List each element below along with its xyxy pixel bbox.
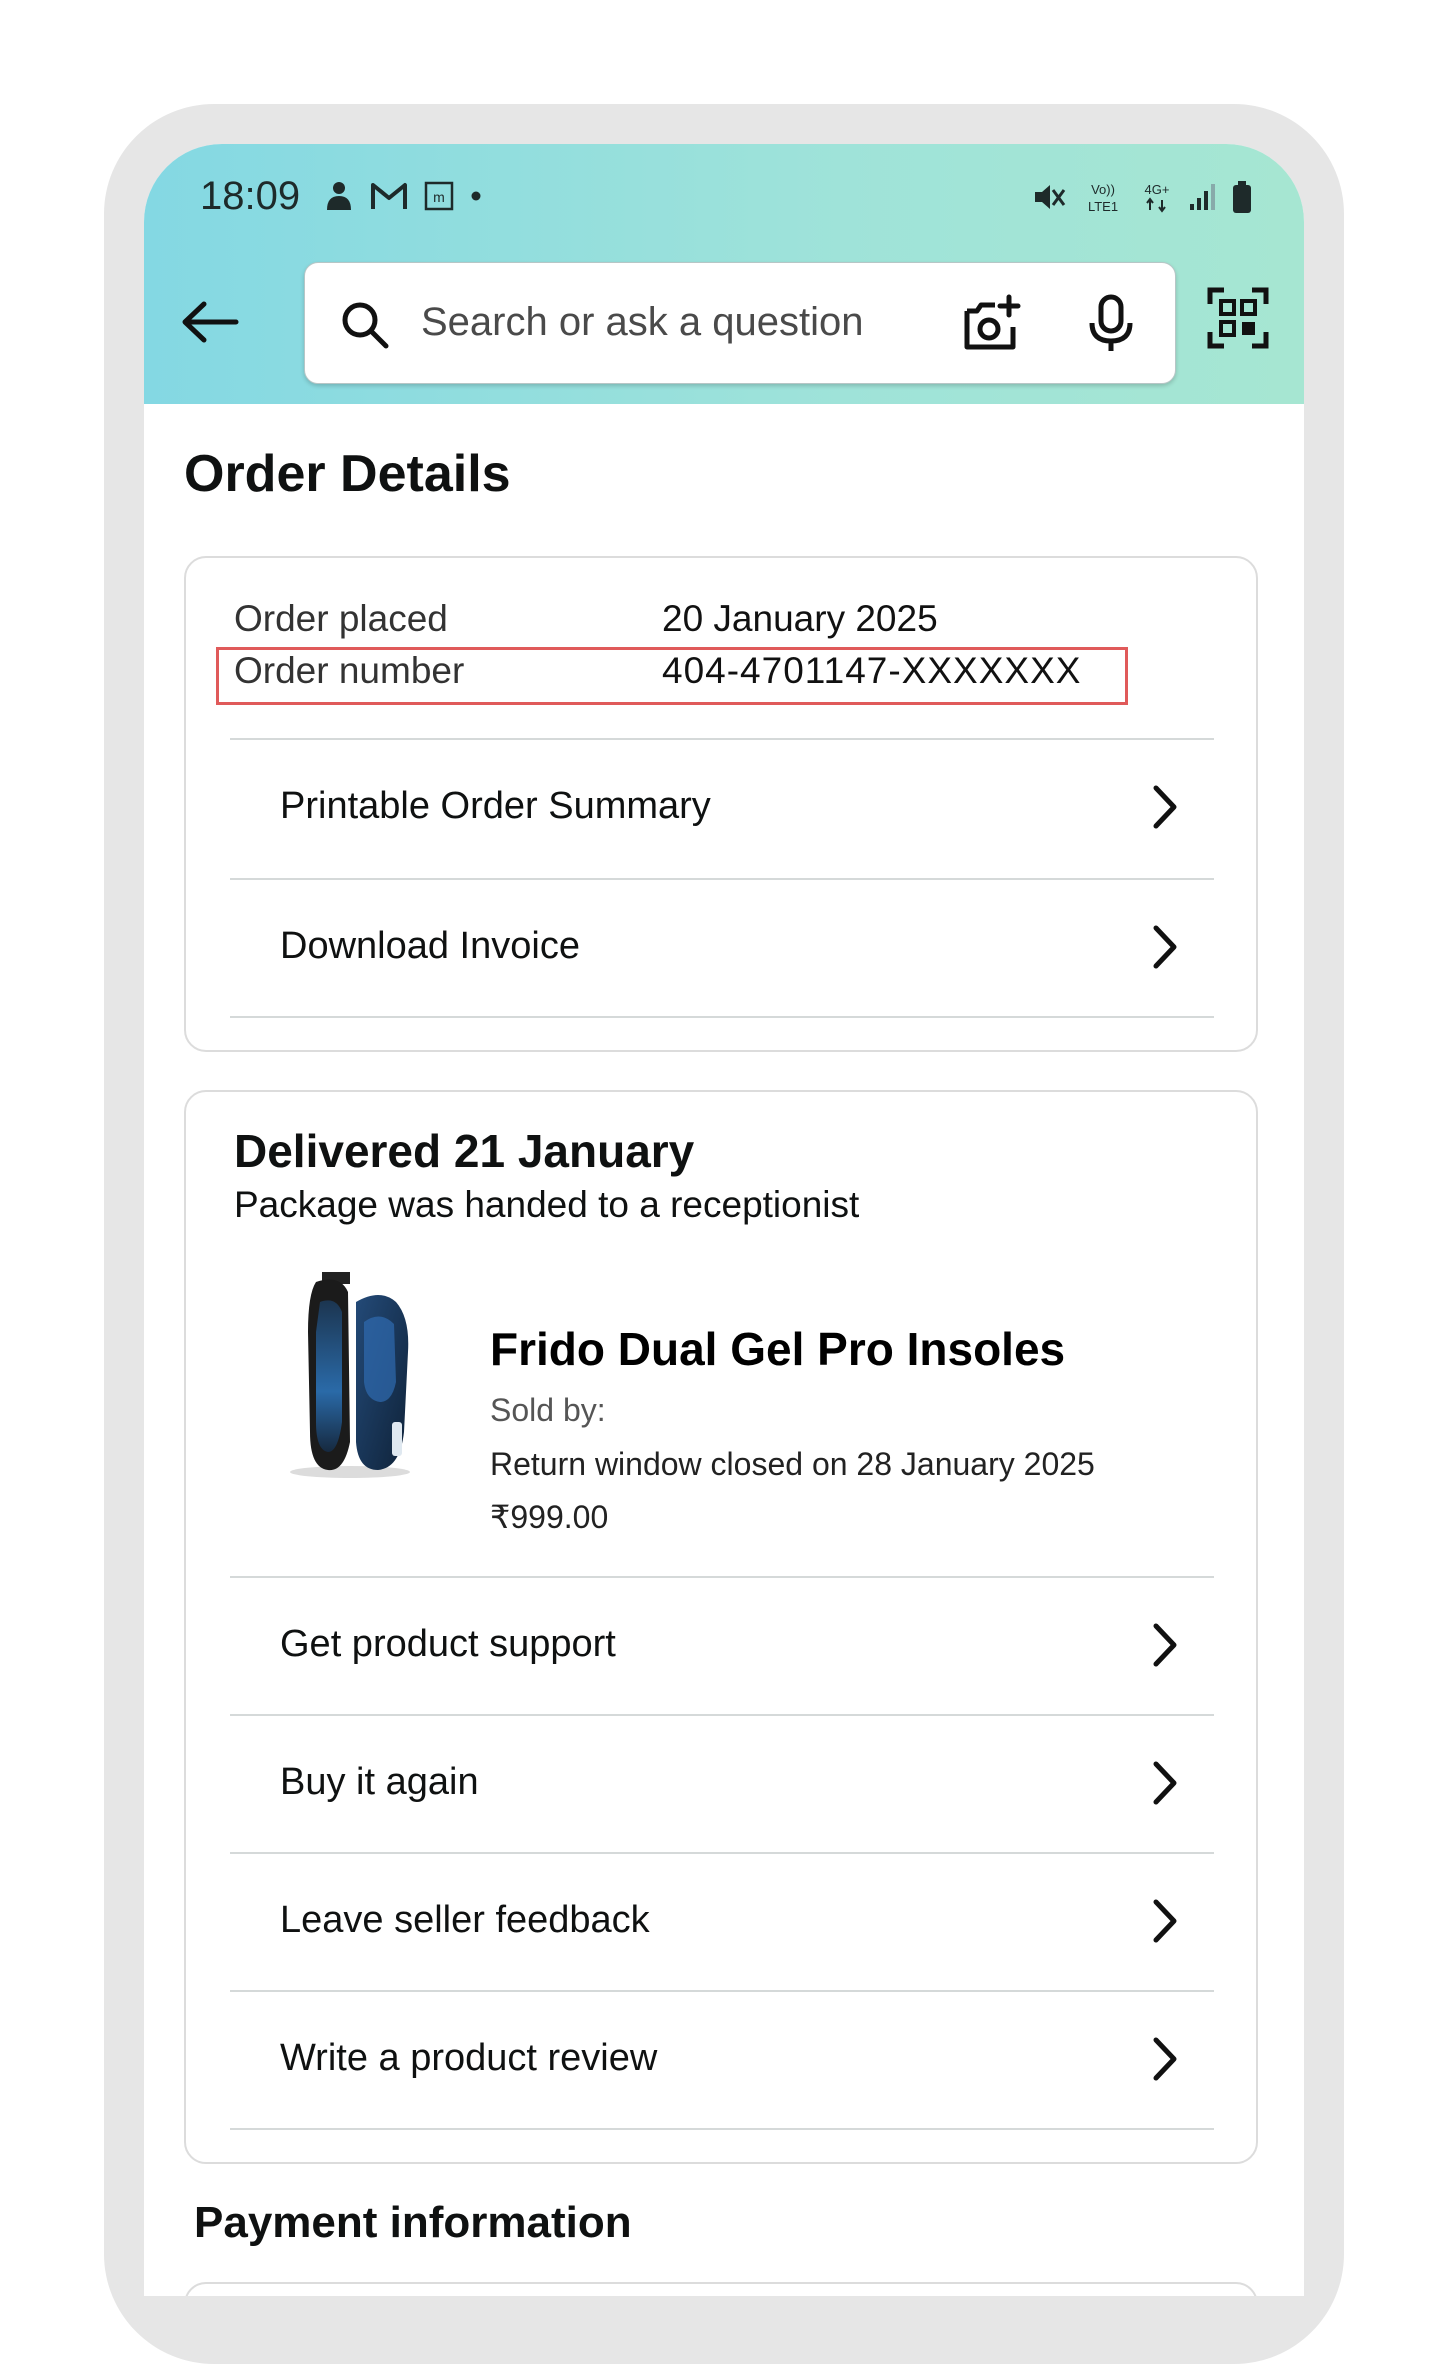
product-name-link[interactable]: Frido Dual Gel Pro Insoles [490,1322,1065,1376]
divider [230,1016,1214,1018]
chevron-right-icon [1152,924,1178,975]
download-invoice-row[interactable]: Download Invoice [230,880,1214,1018]
get-product-support-label: Get product support [280,1623,616,1665]
write-product-review-label: Write a product review [280,2037,658,2079]
buy-it-again-row[interactable]: Buy it again [230,1716,1214,1854]
qr-scanner-icon[interactable] [1206,286,1270,355]
chevron-right-icon [1152,1760,1178,1811]
leave-seller-feedback-label: Leave seller feedback [280,1899,650,1941]
delivery-status-subtitle: Package was handed to a receptionist [234,1184,860,1225]
more-notifications-dot-icon [470,190,482,202]
phone-screen: 18:09 m Vo)) LTE1 4G+ Search or ask a qu… [144,144,1304,2296]
status-time: 18:09 [200,174,301,218]
person-notification-icon [324,180,354,212]
svg-text:4G+: 4G+ [1145,182,1170,197]
search-bar[interactable] [304,262,1176,384]
battery-icon [1232,180,1252,214]
delivery-status-title: Delivered 21 January [234,1125,695,1177]
app-notification-icon: m [424,181,454,211]
page-title: Order Details [184,445,511,503]
mute-icon [1032,181,1066,213]
chevron-right-icon [1152,1898,1178,1949]
product-image[interactable] [280,1272,430,1487]
order-number-highlight [216,647,1128,705]
back-button[interactable] [172,284,248,360]
order-placed-value: 20 January 2025 [662,598,938,639]
svg-text:Vo)): Vo)) [1091,182,1115,197]
payment-information-heading: Payment information [194,2198,632,2247]
printable-order-summary-label: Printable Order Summary [280,785,711,827]
gmail-icon [370,181,408,211]
leave-seller-feedback-row[interactable]: Leave seller feedback [230,1854,1214,1992]
search-icon [339,299,391,356]
svg-text:m: m [433,189,445,205]
microphone-icon[interactable] [1087,293,1135,360]
chevron-right-icon [1152,1622,1178,1673]
return-window-text: Return window closed on 28 January 2025 [490,1446,1095,1482]
search-input[interactable] [421,285,901,359]
divider [230,2128,1214,2130]
product-price: ₹999.00 [490,1499,609,1535]
download-invoice-label: Download Invoice [280,925,580,967]
back-arrow-icon [182,301,239,343]
network-type-icon: 4G+ [1140,180,1174,214]
svg-text:LTE1: LTE1 [1088,199,1118,214]
write-product-review-row[interactable]: Write a product review [230,1992,1214,2130]
get-product-support-row[interactable]: Get product support [230,1578,1214,1716]
chevron-right-icon [1152,2036,1178,2087]
signal-icon [1188,182,1218,212]
volte-icon: Vo)) LTE1 [1080,180,1126,214]
sold-by-label: Sold by: [490,1392,606,1428]
header-bar: 18:09 m Vo)) LTE1 4G+ Search or ask a qu… [144,144,1304,404]
status-left-icons: m [324,180,482,212]
buy-it-again-label: Buy it again [280,1761,479,1803]
printable-order-summary-row[interactable]: Printable Order Summary [230,740,1214,878]
payment-card [184,2282,1258,2296]
chevron-right-icon [1152,784,1178,835]
order-placed-label: Order placed [234,598,448,639]
status-right-icons: Vo)) LTE1 4G+ [1032,180,1252,214]
camera-search-icon[interactable] [961,293,1023,360]
